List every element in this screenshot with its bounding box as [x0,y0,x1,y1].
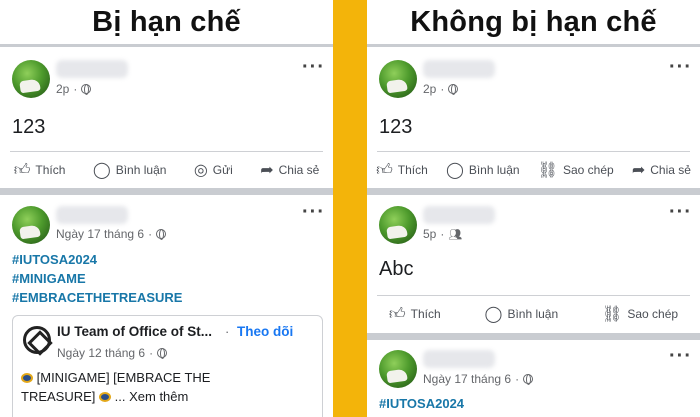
comment-bubble-icon: ◯ [445,162,464,179]
more-dots-icon[interactable]: ··· [669,202,692,222]
share-button[interactable]: ➦ Chia sẻ [260,160,319,180]
follow-button[interactable]: Theo dõi [237,324,293,339]
post-text: Abc [379,258,414,280]
author-name-blurred[interactable] [423,206,495,224]
shared-meta: Ngày 12 tháng 6 · [57,346,168,360]
thumbs-up-icon: 👍︎ [13,161,31,179]
post-time[interactable]: 5p [423,227,436,241]
globe-icon [157,348,168,359]
thumbs-up-icon: 👍︎ [376,161,393,179]
divider [377,295,690,296]
author-name-blurred[interactable] [423,350,495,368]
friends-icon: 👥︎ [448,228,463,241]
link-icon: ⛓ [537,162,558,179]
more-dots-icon[interactable]: ··· [302,57,325,77]
divider-bar [333,0,367,417]
shared-post[interactable]: IU Team of Office of St... · Theo dõi Ng… [12,315,323,417]
globe-icon [81,84,92,95]
avatar[interactable] [379,350,417,388]
page-logo[interactable] [23,326,51,354]
restricted-panel: Bị hạn chế 2p · ··· 123 👍︎ Thích ◯ Bình lu… [0,0,333,417]
messenger-icon: ◎ [193,162,208,179]
shared-time[interactable]: Ngày 12 tháng 6 [57,346,145,360]
comment-button[interactable]: ◯ Bình luận [485,304,559,324]
post-time[interactable]: 2p [423,82,436,96]
hashtag-link[interactable]: #EMBRACETHETREASURE [12,290,182,305]
post-meta: Ngày 17 tháng 6 · [423,372,534,386]
link-icon: ⛓ [602,306,623,323]
more-dots-icon[interactable]: ··· [302,202,325,222]
globe-icon [156,229,167,240]
copy-link-button[interactable]: ⛓ Sao chép [602,304,678,324]
avatar[interactable] [379,60,417,98]
thumbs-up-icon: 👍︎ [388,305,406,323]
post-meta: 2p · [56,82,92,96]
post-card: Ngày 17 tháng 6 · ··· #IUTOSA2024 [367,340,700,417]
globe-icon [448,84,459,95]
like-button[interactable]: 👍︎ Thích [376,161,428,180]
avatar[interactable] [379,206,417,244]
post-card: 2p · ··· 123 👍︎ Thích ◯ Bình luận ⛓ Sao ché… [367,47,700,188]
post-text: 123 [379,116,413,138]
like-button[interactable]: 👍︎ Thích [389,305,441,324]
comment-button[interactable]: ◯ Bình luận [446,160,520,180]
share-arrow-icon: ➦ [260,162,274,179]
post-time[interactable]: Ngày 17 tháng 6 [56,227,144,241]
post-card: Ngày 17 tháng 6 · ··· #IUTOSA2024 #MINIG… [0,195,333,417]
author-name-blurred[interactable] [423,60,495,78]
globe-icon [523,374,534,385]
share-button[interactable]: ➦ Chia sẻ [632,160,691,180]
like-button[interactable]: 👍︎ Thích [14,161,66,180]
post-time[interactable]: 2p [56,82,69,96]
more-dots-icon[interactable]: ··· [669,346,692,366]
send-button[interactable]: ◎ Gửi [194,160,233,180]
post-time[interactable]: Ngày 17 tháng 6 [423,372,511,386]
action-bar: 👍︎ Thích ◯ Bình luận ◎ Gửi ➦ Chia sẻ [0,159,333,181]
hashtag-link[interactable]: #IUTOSA2024 [12,252,97,267]
share-arrow-icon: ➦ [631,162,646,179]
comment-bubble-icon: ◯ [484,306,503,323]
avatar[interactable] [12,60,50,98]
divider [377,151,690,152]
emoji-icon [99,392,112,402]
shared-text: [MINIGAME] [EMBRACE THE TREASURE] ... Xe… [21,370,211,404]
more-dots-icon[interactable]: ··· [669,57,692,77]
comment-button[interactable]: ◯ Bình luận [93,160,167,180]
unrestricted-panel: Không bị hạn chế 2p · ··· 123 👍︎ Thích ◯ B… [367,0,700,417]
author-name-blurred[interactable] [56,60,128,78]
unrestricted-heading: Không bị hạn chế [367,0,700,44]
action-bar: 👍︎ Thích ◯ Bình luận ⛓ Sao chép ➦ Chia sẻ [367,159,700,181]
see-more-link[interactable]: ... Xem thêm [115,389,189,404]
separator-dot: · [225,324,230,339]
page-name[interactable]: IU Team of Office of St... [57,324,212,339]
post-card: 2p · ··· 123 👍︎ Thích ◯ Bình luận ◎ Gửi ➦ Ch… [0,47,333,188]
divider [10,151,323,152]
hashtag-link[interactable]: #MINIGAME [12,271,86,286]
author-name-blurred[interactable] [56,206,128,224]
post-text: 123 [12,116,46,138]
post-meta: 5p · 👥︎ [423,227,463,241]
restricted-heading: Bị hạn chế [0,0,333,44]
comment-bubble-icon: ◯ [92,162,111,179]
hashtag-link[interactable]: #IUTOSA2024 [379,396,464,411]
action-bar: 👍︎ Thích ◯ Bình luận ⛓ Sao chép [367,303,700,325]
post-meta: 2p · [423,82,459,96]
copy-link-button[interactable]: ⛓ Sao chép [538,160,614,180]
post-meta: Ngày 17 tháng 6 · [56,227,167,241]
post-card: 5p · 👥︎ ··· Abc 👍︎ Thích ◯ Bình luận ⛓ Sao … [367,195,700,333]
emoji-icon [21,373,33,383]
avatar[interactable] [12,206,50,244]
